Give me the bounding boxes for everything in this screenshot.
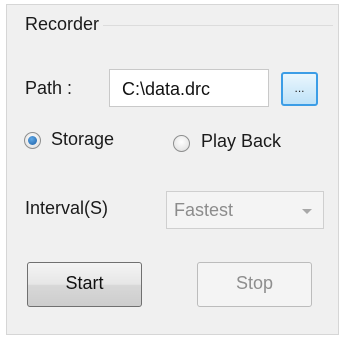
recorder-group: Recorder Path : C:\data.drc ... Storage … [6,4,339,335]
stop-button[interactable]: Stop [197,262,312,307]
start-button[interactable]: Start [27,262,142,307]
radio-selected-dot [28,136,37,145]
storage-radio-label[interactable]: Storage [51,129,114,150]
play-back-radio[interactable] [173,135,190,152]
dropdown-arrow-icon[interactable] [302,209,312,214]
interval-select[interactable]: Fastest [166,191,324,229]
browse-button[interactable]: ... [281,72,318,106]
group-divider [103,25,333,26]
path-label: Path : [25,78,73,98]
recorder-group-title: Recorder [25,14,100,34]
storage-radio[interactable] [24,132,41,149]
interval-select-value: Fastest [174,200,234,220]
path-input[interactable]: C:\data.drc [109,69,269,107]
play-back-radio-label[interactable]: Play Back [201,131,281,152]
interval-label: Interval(S) [25,198,109,218]
